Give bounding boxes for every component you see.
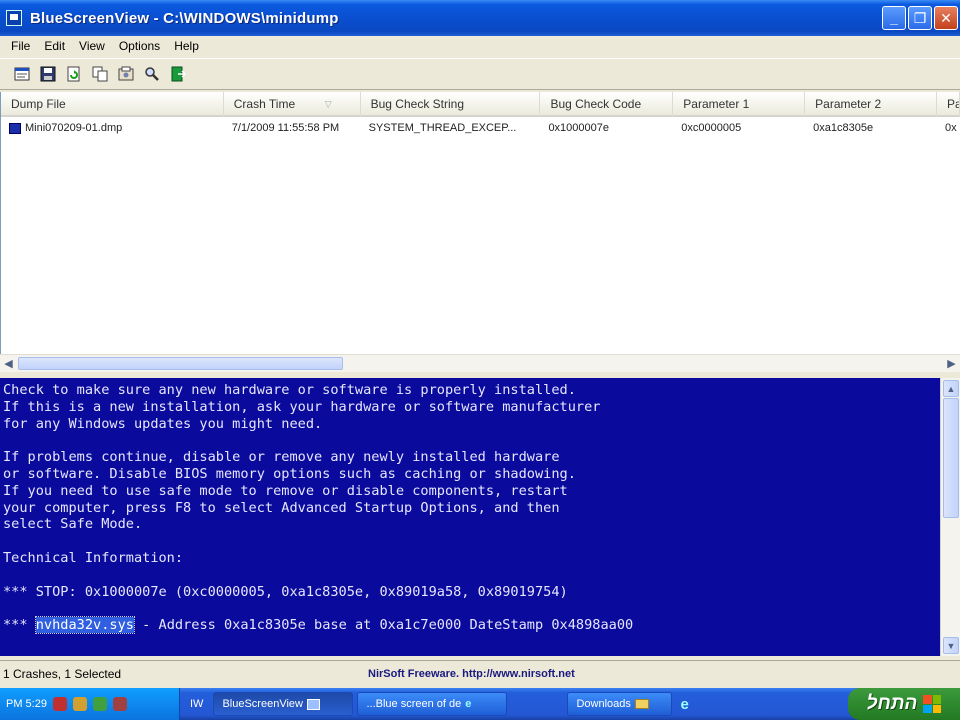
monitor-icon xyxy=(306,698,320,710)
start-button[interactable]: התחל xyxy=(848,688,960,720)
minimize-button[interactable]: _ xyxy=(882,6,906,30)
properties-icon[interactable] xyxy=(10,63,33,86)
driver-prefix: *** xyxy=(3,617,36,634)
column-bug-check-string[interactable]: Bug Check String xyxy=(361,92,541,117)
find-icon[interactable] xyxy=(140,63,163,86)
save-icon[interactable] xyxy=(36,63,59,86)
scroll-up-icon[interactable]: ▲ xyxy=(943,380,959,397)
system-tray: PM 5:29 xyxy=(0,688,180,720)
cell-crash-time: 7/1/2009 11:55:58 PM xyxy=(231,122,340,134)
list-header: Dump File Crash Time ▽ Bug Check String B… xyxy=(1,92,960,117)
bsod-line: If this is a new installation, ask your … xyxy=(3,398,601,415)
column-parameter-2[interactable]: Parameter 2 xyxy=(805,92,938,117)
crash-count: 1 Crashes, 1 Selected xyxy=(3,666,122,681)
bsod-line xyxy=(3,533,940,550)
table-row[interactable]: Mini070209-01.dmp 7/1/2009 11:55:58 PM S… xyxy=(1,117,960,139)
cell-parameter-1: 0xc0000005 xyxy=(681,122,742,134)
task-downloads-label: Downloads xyxy=(576,698,631,710)
close-button[interactable]: ✕ xyxy=(934,6,958,30)
window-controls: _ ❐ ✕ xyxy=(882,6,958,30)
column-dump-file[interactable]: Dump File xyxy=(1,92,224,117)
column-crash-time-label: Crash Time xyxy=(233,97,296,111)
dump-file-icon xyxy=(9,122,21,134)
windows-logo-icon xyxy=(923,695,942,713)
horizontal-scroll-thumb[interactable] xyxy=(18,357,343,370)
scroll-left-icon[interactable]: ◀ xyxy=(0,355,17,372)
nirsoft-link[interactable]: NirSoft Freeware. http://www.nirsoft.net xyxy=(368,668,575,680)
driver-name[interactable]: nvhda32v.sys xyxy=(34,616,135,635)
bsod-line xyxy=(3,567,940,584)
security-icon[interactable] xyxy=(52,697,67,711)
bsod-line: for any Windows updates you might need. xyxy=(3,415,323,432)
menu-file[interactable]: File xyxy=(4,39,37,53)
driver-details: - Address 0xa1c8305e base at 0xa1c7e000 … xyxy=(133,617,634,634)
options-icon[interactable] xyxy=(114,63,137,86)
ie-quicklaunch-glyph: e xyxy=(680,695,689,713)
sort-arrow-icon: ▽ xyxy=(324,99,332,109)
bsod-line: Check to make sure any new hardware or s… xyxy=(3,382,576,398)
cell-parameter-3: 0x xyxy=(945,122,957,134)
bsod-line: or software. Disable BIOS memory options… xyxy=(3,465,576,482)
bsod-line: *** STOP: 0x1000007e (0xc0000005, 0xa1c8… xyxy=(3,583,568,600)
status-bar: 1 Crashes, 1 Selected NirSoft Freeware. … xyxy=(0,660,960,686)
update-icon[interactable] xyxy=(112,697,127,711)
menu-edit[interactable]: Edit xyxy=(37,39,72,53)
cell-bug-check-code: 0x1000007e xyxy=(548,122,609,134)
column-crash-time[interactable]: Crash Time ▽ xyxy=(224,92,361,117)
column-parameter-1[interactable]: Parameter 1 xyxy=(673,92,806,117)
bsod-line: If problems continue, disable or remove … xyxy=(3,449,560,466)
column-bug-check-code[interactable]: Bug Check Code xyxy=(540,92,674,117)
toolbar xyxy=(0,58,960,90)
cell-parameter-2: 0xa1c8305e xyxy=(813,122,874,134)
copy-icon[interactable] xyxy=(88,63,111,86)
ie-icon: e xyxy=(465,698,472,710)
clock[interactable]: PM 5:29 xyxy=(6,698,47,710)
bsod-driver-line: *** nvhda32v.sys - Address 0xa1c8305e ba… xyxy=(3,616,940,635)
refresh-icon[interactable] xyxy=(62,63,85,86)
task-downloads[interactable]: Downloads xyxy=(567,692,673,716)
title-bar[interactable]: BlueScreenView - C:\WINDOWS\minidump _ ❐… xyxy=(0,0,960,36)
volume-icon[interactable] xyxy=(92,697,107,711)
blue-screen-preview[interactable]: Check to make sure any new hardware or s… xyxy=(0,378,940,656)
cell-dump-file: Mini070209-01.dmp xyxy=(1,122,224,134)
scroll-down-icon[interactable]: ▼ xyxy=(943,637,959,654)
vertical-scrollbar[interactable]: ▲ ▼ xyxy=(940,378,960,656)
bsod-line xyxy=(3,432,940,449)
taskbar: PM 5:29 IW BlueScreenView ...Blue screen… xyxy=(0,688,960,720)
scroll-right-icon[interactable]: ▶ xyxy=(943,355,960,372)
quicklaunch-ie-icon[interactable]: e xyxy=(676,692,692,716)
bsod-line: select Safe Mode. xyxy=(3,516,143,533)
column-parameter-3[interactable]: Pa xyxy=(937,92,960,117)
maximize-button[interactable]: ❐ xyxy=(908,6,932,30)
dump-file-name: Mini070209-01.dmp xyxy=(25,122,123,134)
bsod-line: your computer, press F8 to select Advanc… xyxy=(3,499,560,516)
network-icon[interactable] xyxy=(72,697,87,711)
folder-icon xyxy=(634,699,649,709)
window-title: BlueScreenView - C:\WINDOWS\minidump xyxy=(30,9,339,27)
bsod-line: If you need to use safe mode to remove o… xyxy=(3,482,568,499)
bsod-text: Check to make sure any new hardware or s… xyxy=(3,382,940,617)
task-browser[interactable]: ...Blue screen of de e xyxy=(357,692,508,716)
task-browser-label: ...Blue screen of de xyxy=(366,698,462,710)
task-bluescreenview-label: BlueScreenView xyxy=(222,698,303,710)
menu-help[interactable]: Help xyxy=(167,39,206,53)
menu-view[interactable]: View xyxy=(72,39,112,53)
start-label: התחל xyxy=(866,693,918,714)
vertical-scroll-thumb[interactable] xyxy=(943,398,959,518)
menu-bar: File Edit View Options Help xyxy=(0,36,960,56)
app-icon xyxy=(6,10,22,26)
bsod-line: Technical Information: xyxy=(3,549,184,566)
horizontal-scrollbar[interactable]: ◀ ▶ xyxy=(0,354,960,372)
menu-options[interactable]: Options xyxy=(112,39,167,53)
exit-icon[interactable] xyxy=(166,63,189,86)
cell-bug-check-string: SYSTEM_THREAD_EXCEP... xyxy=(368,122,517,134)
bsod-line xyxy=(3,600,940,617)
crash-list[interactable]: Dump File Crash Time ▽ Bug Check String B… xyxy=(0,92,960,354)
language-indicator[interactable]: IW xyxy=(184,692,209,716)
task-bluescreenview[interactable]: BlueScreenView xyxy=(213,692,354,716)
